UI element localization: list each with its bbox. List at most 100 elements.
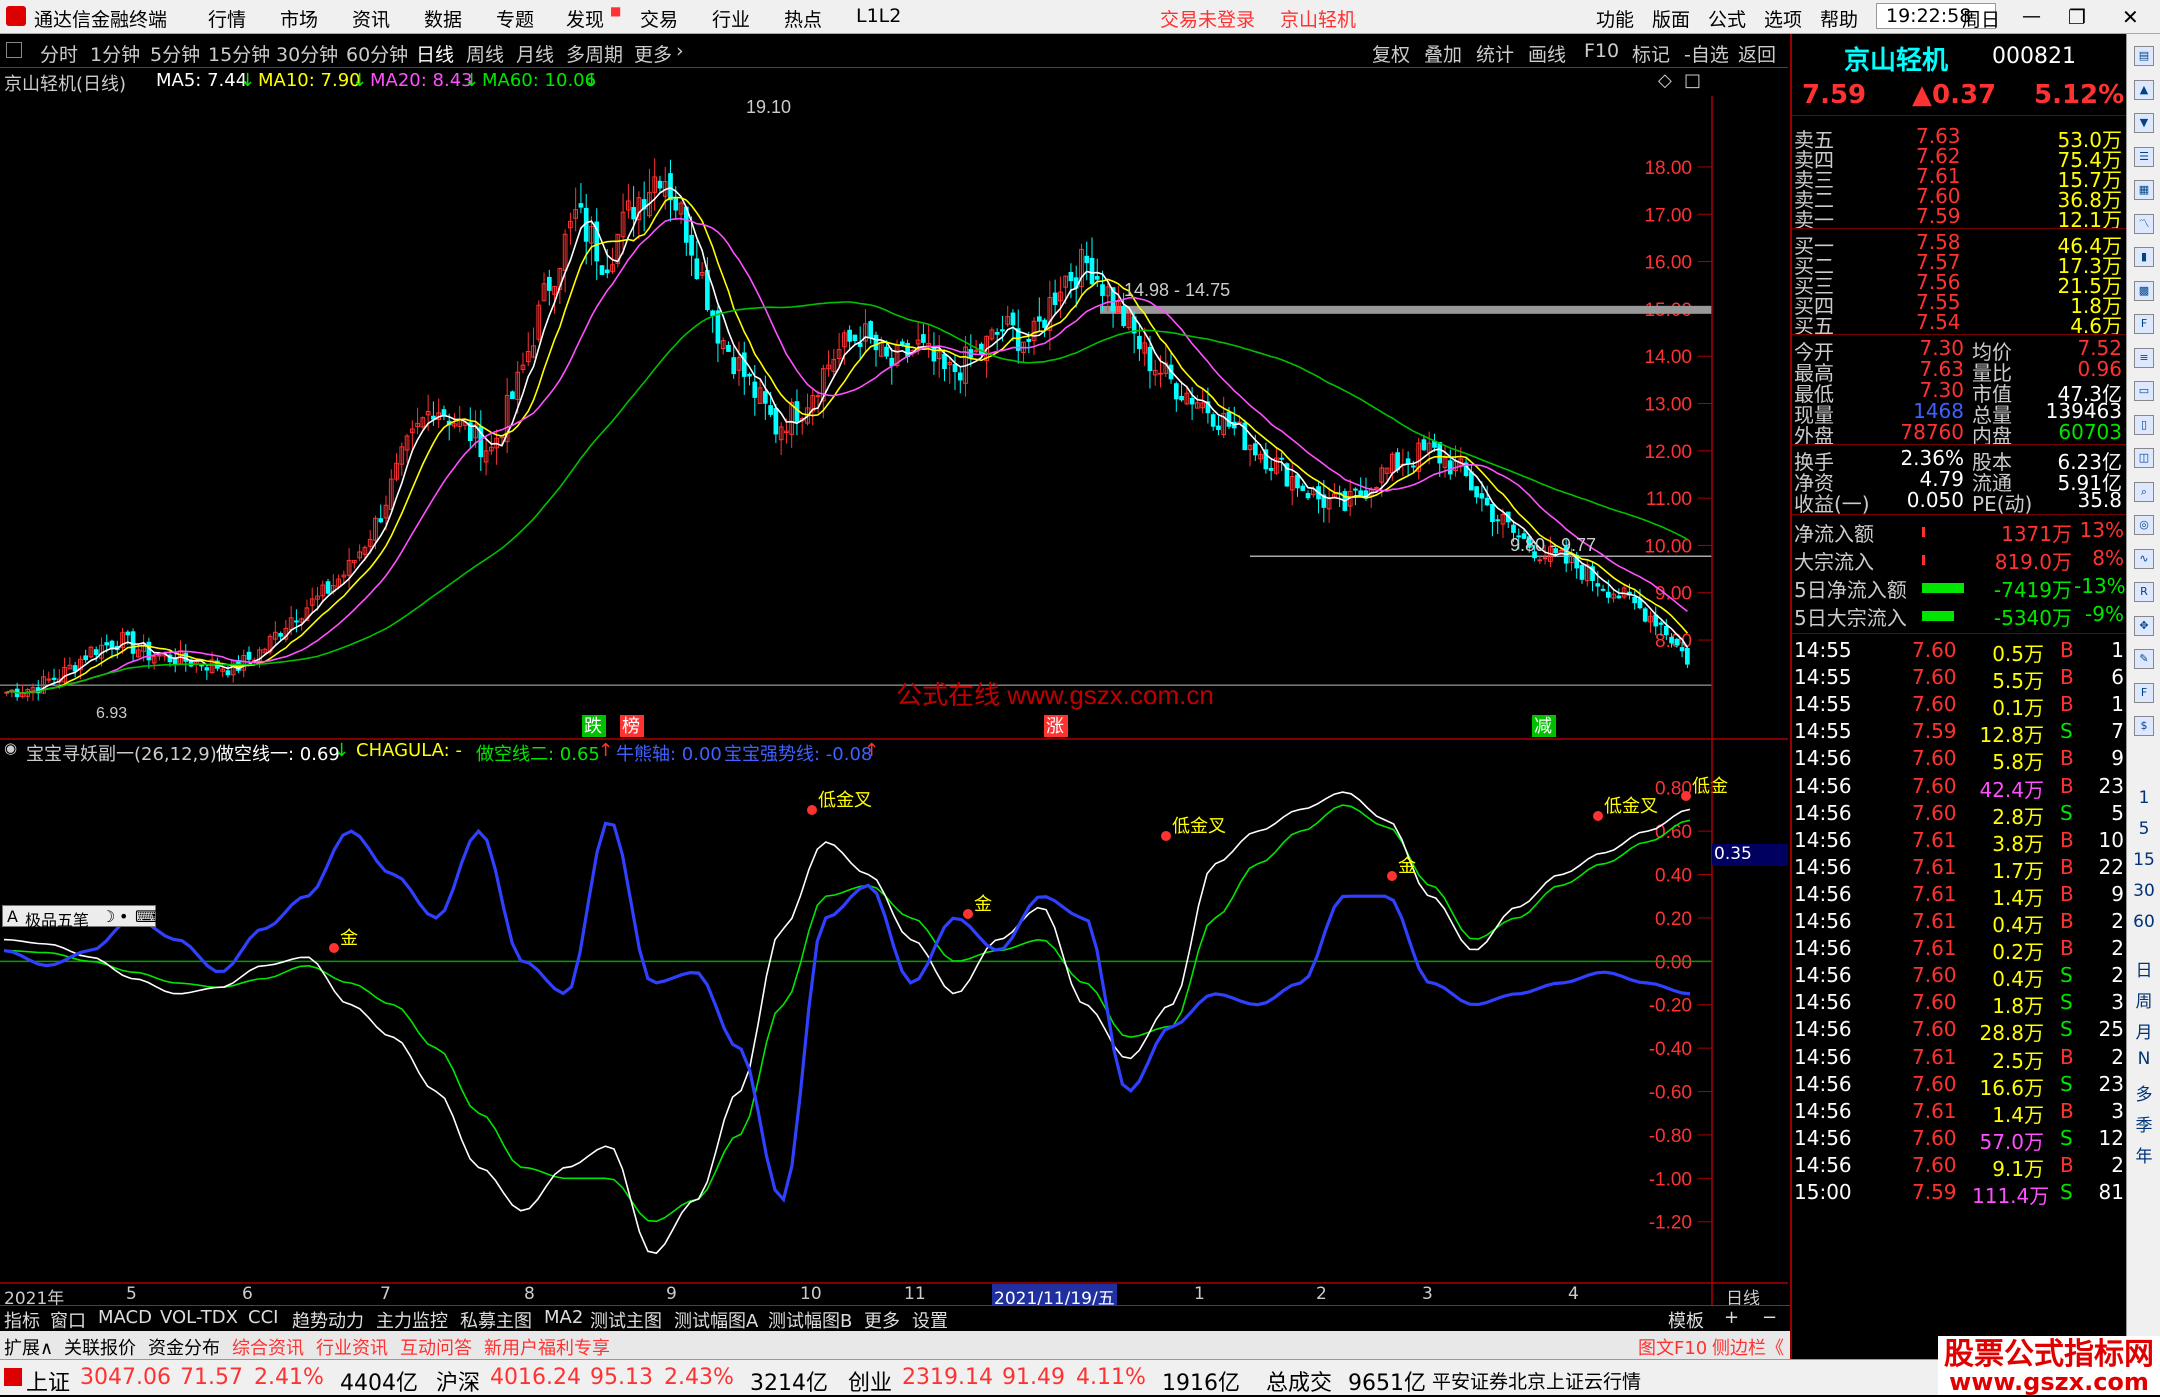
sidebar-button[interactable]: 侧边栏《 (1712, 1334, 1784, 1360)
menu-shichang[interactable]: 市场 (280, 5, 318, 32)
globe-icon[interactable]: ◎ (2134, 515, 2154, 535)
period-weekly[interactable]: 周线 (466, 40, 504, 67)
hs-name[interactable]: 沪深 (436, 1365, 480, 1397)
menu-xuanxiang[interactable]: 选项 (1764, 5, 1802, 32)
keyboard-icon[interactable]: ⌨ (135, 907, 158, 926)
side-period-num[interactable]: 1 (2133, 788, 2155, 808)
side-period-char[interactable]: N (2133, 1049, 2155, 1069)
page-icon[interactable]: ▯ (2134, 414, 2154, 435)
tab-guanlian[interactable]: 关联报价 (64, 1334, 136, 1360)
tool-tongji[interactable]: 统计 (1476, 40, 1514, 67)
menu-zhuanti[interactable]: 专题 (496, 5, 534, 32)
tool-fuquan[interactable]: 复权 (1372, 40, 1410, 67)
side-period-char[interactable]: 年 (2133, 1142, 2155, 1167)
tab-fuli[interactable]: 新用户福利专享 (484, 1334, 610, 1360)
close-icon[interactable]: ✕ (2122, 5, 2139, 29)
ask-row[interactable]: 卖二 7.60 36.8万 (1792, 184, 2128, 212)
menu-l1l2[interactable]: L1L2 (856, 5, 901, 27)
remove-icon[interactable]: − (1762, 1307, 1777, 1328)
tool-zixuan[interactable]: -自选 (1684, 40, 1729, 67)
doc-icon[interactable]: ▭ (2134, 381, 2154, 401)
period-multi[interactable]: 多周期 (566, 40, 623, 67)
money-icon[interactable]: $ (2134, 716, 2154, 736)
tab-zijin[interactable]: 资金分布 (148, 1334, 220, 1360)
tab-hudong[interactable]: 互动问答 (400, 1334, 472, 1360)
period-60min[interactable]: 60分钟 (346, 40, 408, 67)
tool-f10[interactable]: F10 (1584, 40, 1619, 62)
dot-icon[interactable]: • (119, 907, 128, 926)
cube-icon[interactable]: ◫ (2134, 448, 2154, 468)
ime-name[interactable]: 极品五笔 (25, 907, 89, 931)
tool-biaoji[interactable]: 标记 (1632, 40, 1670, 67)
side-period-char[interactable]: 日 (2133, 956, 2155, 981)
chevron-right-icon[interactable]: › (676, 40, 684, 62)
f10-icon[interactable]: F (2134, 314, 2154, 334)
tab-zhuli[interactable]: 主力监控 (376, 1307, 448, 1333)
sh-name[interactable]: 上证 (26, 1365, 70, 1397)
list-icon[interactable]: ≡ (2134, 347, 2154, 368)
chart-canvas[interactable]: 18.0017.0016.0015.0014.0013.0012.0011.00… (0, 96, 1788, 1305)
kline-icon[interactable]: ▮ (2134, 247, 2154, 267)
bid-row[interactable]: 买四 7.55 1.8万 (1792, 290, 2128, 318)
menu-hangye[interactable]: 行业 (712, 5, 750, 32)
tool-fanhui[interactable]: 返回 (1738, 40, 1776, 67)
tab-macd[interactable]: MACD (98, 1307, 152, 1328)
tab-ma2[interactable]: MA2 (544, 1307, 583, 1328)
ask-row[interactable]: 卖五 7.63 53.0万 (1792, 124, 2128, 152)
rsi-icon[interactable]: R (2134, 582, 2154, 602)
template-button[interactable]: 模板 (1668, 1307, 1704, 1333)
moon-icon[interactable]: ☽ (101, 907, 115, 926)
bid-row[interactable]: 买二 7.57 17.3万 (1792, 250, 2128, 278)
period-fenshi[interactable]: 分时 (40, 40, 78, 67)
grid-icon[interactable]: ▩ (2134, 280, 2154, 301)
line-chart-icon[interactable]: 〽 (2134, 213, 2154, 234)
add-icon[interactable]: + (1724, 1307, 1739, 1328)
minimize-icon[interactable]: — (2022, 5, 2041, 27)
drawing-toolbar[interactable]: A 极品五笔 ☽ • ⌨ (2, 905, 158, 930)
gear-icon[interactable]: ◉ (4, 739, 17, 757)
bid-row[interactable]: 买五 7.54 4.6万 (1792, 310, 2128, 338)
search-icon[interactable]: ⌕ (2134, 481, 2154, 502)
tab-zhibiao[interactable]: 指标 (4, 1307, 40, 1333)
pen-icon[interactable]: ✎ (2134, 649, 2154, 669)
period-1min[interactable]: 1分钟 (90, 40, 140, 67)
period-monthly[interactable]: 月线 (516, 40, 554, 67)
tool-diejia[interactable]: 叠加 (1424, 40, 1462, 67)
diamond-icon[interactable]: ◇ (1658, 70, 1672, 91)
window-icon[interactable]: □ (1684, 70, 1701, 91)
nav-cross-icon[interactable]: ✥ (2134, 615, 2154, 636)
cy-name[interactable]: 创业 (848, 1365, 892, 1397)
side-period-num[interactable]: 15 (2133, 850, 2155, 870)
tool-huaxian[interactable]: 画线 (1528, 40, 1566, 67)
menu-zixun[interactable]: 资讯 (352, 5, 390, 32)
down-arrow-icon[interactable]: ▼ (2134, 113, 2154, 133)
ask-row[interactable]: 卖一 7.59 12.1万 (1792, 204, 2128, 232)
indicator-chart[interactable]: 0.800.600.400.200.00-0.20-0.40-0.60-0.80… (0, 776, 1728, 1255)
side-period-char[interactable]: 多 (2133, 1080, 2155, 1105)
tab-ceshi-b[interactable]: 测试幅图B (768, 1307, 852, 1333)
tab-hangye-news[interactable]: 行业资讯 (316, 1334, 388, 1360)
ask-row[interactable]: 卖四 7.62 75.4万 (1792, 144, 2128, 172)
menu-gongshi[interactable]: 公式 (1708, 5, 1746, 32)
table-icon[interactable]: ▦ (2134, 180, 2154, 200)
side-period-num[interactable]: 30 (2133, 881, 2155, 901)
tab-settings[interactable]: 设置 (912, 1307, 948, 1333)
tab-qushi[interactable]: 趋势动力 (292, 1307, 364, 1333)
toggle-square-icon[interactable] (6, 42, 22, 58)
tab-ceshi-a[interactable]: 测试幅图A (674, 1307, 758, 1333)
period-15min[interactable]: 15分钟 (208, 40, 270, 67)
calc-icon[interactable]: ▤ (2134, 46, 2154, 66)
tab-vol[interactable]: VOL-TDX (160, 1307, 238, 1328)
bid-row[interactable]: 买三 7.56 21.5万 (1792, 270, 2128, 298)
menu-gongneng[interactable]: 功能 (1596, 5, 1634, 32)
bid-row[interactable]: 买一 7.58 46.4万 (1792, 230, 2128, 258)
restore-icon[interactable]: ❐ (2068, 5, 2086, 29)
period-daily[interactable]: 日线 (416, 40, 454, 67)
tab-cci[interactable]: CCI (248, 1307, 278, 1328)
side-period-char[interactable]: 周 (2133, 987, 2155, 1012)
wave-icon[interactable]: ∿ (2134, 548, 2154, 569)
menu-shuju[interactable]: 数据 (424, 5, 462, 32)
report-icon[interactable]: ☰ (2134, 146, 2154, 167)
menu-redian[interactable]: 热点 (784, 5, 822, 32)
side-period-char[interactable]: 月 (2133, 1018, 2155, 1043)
